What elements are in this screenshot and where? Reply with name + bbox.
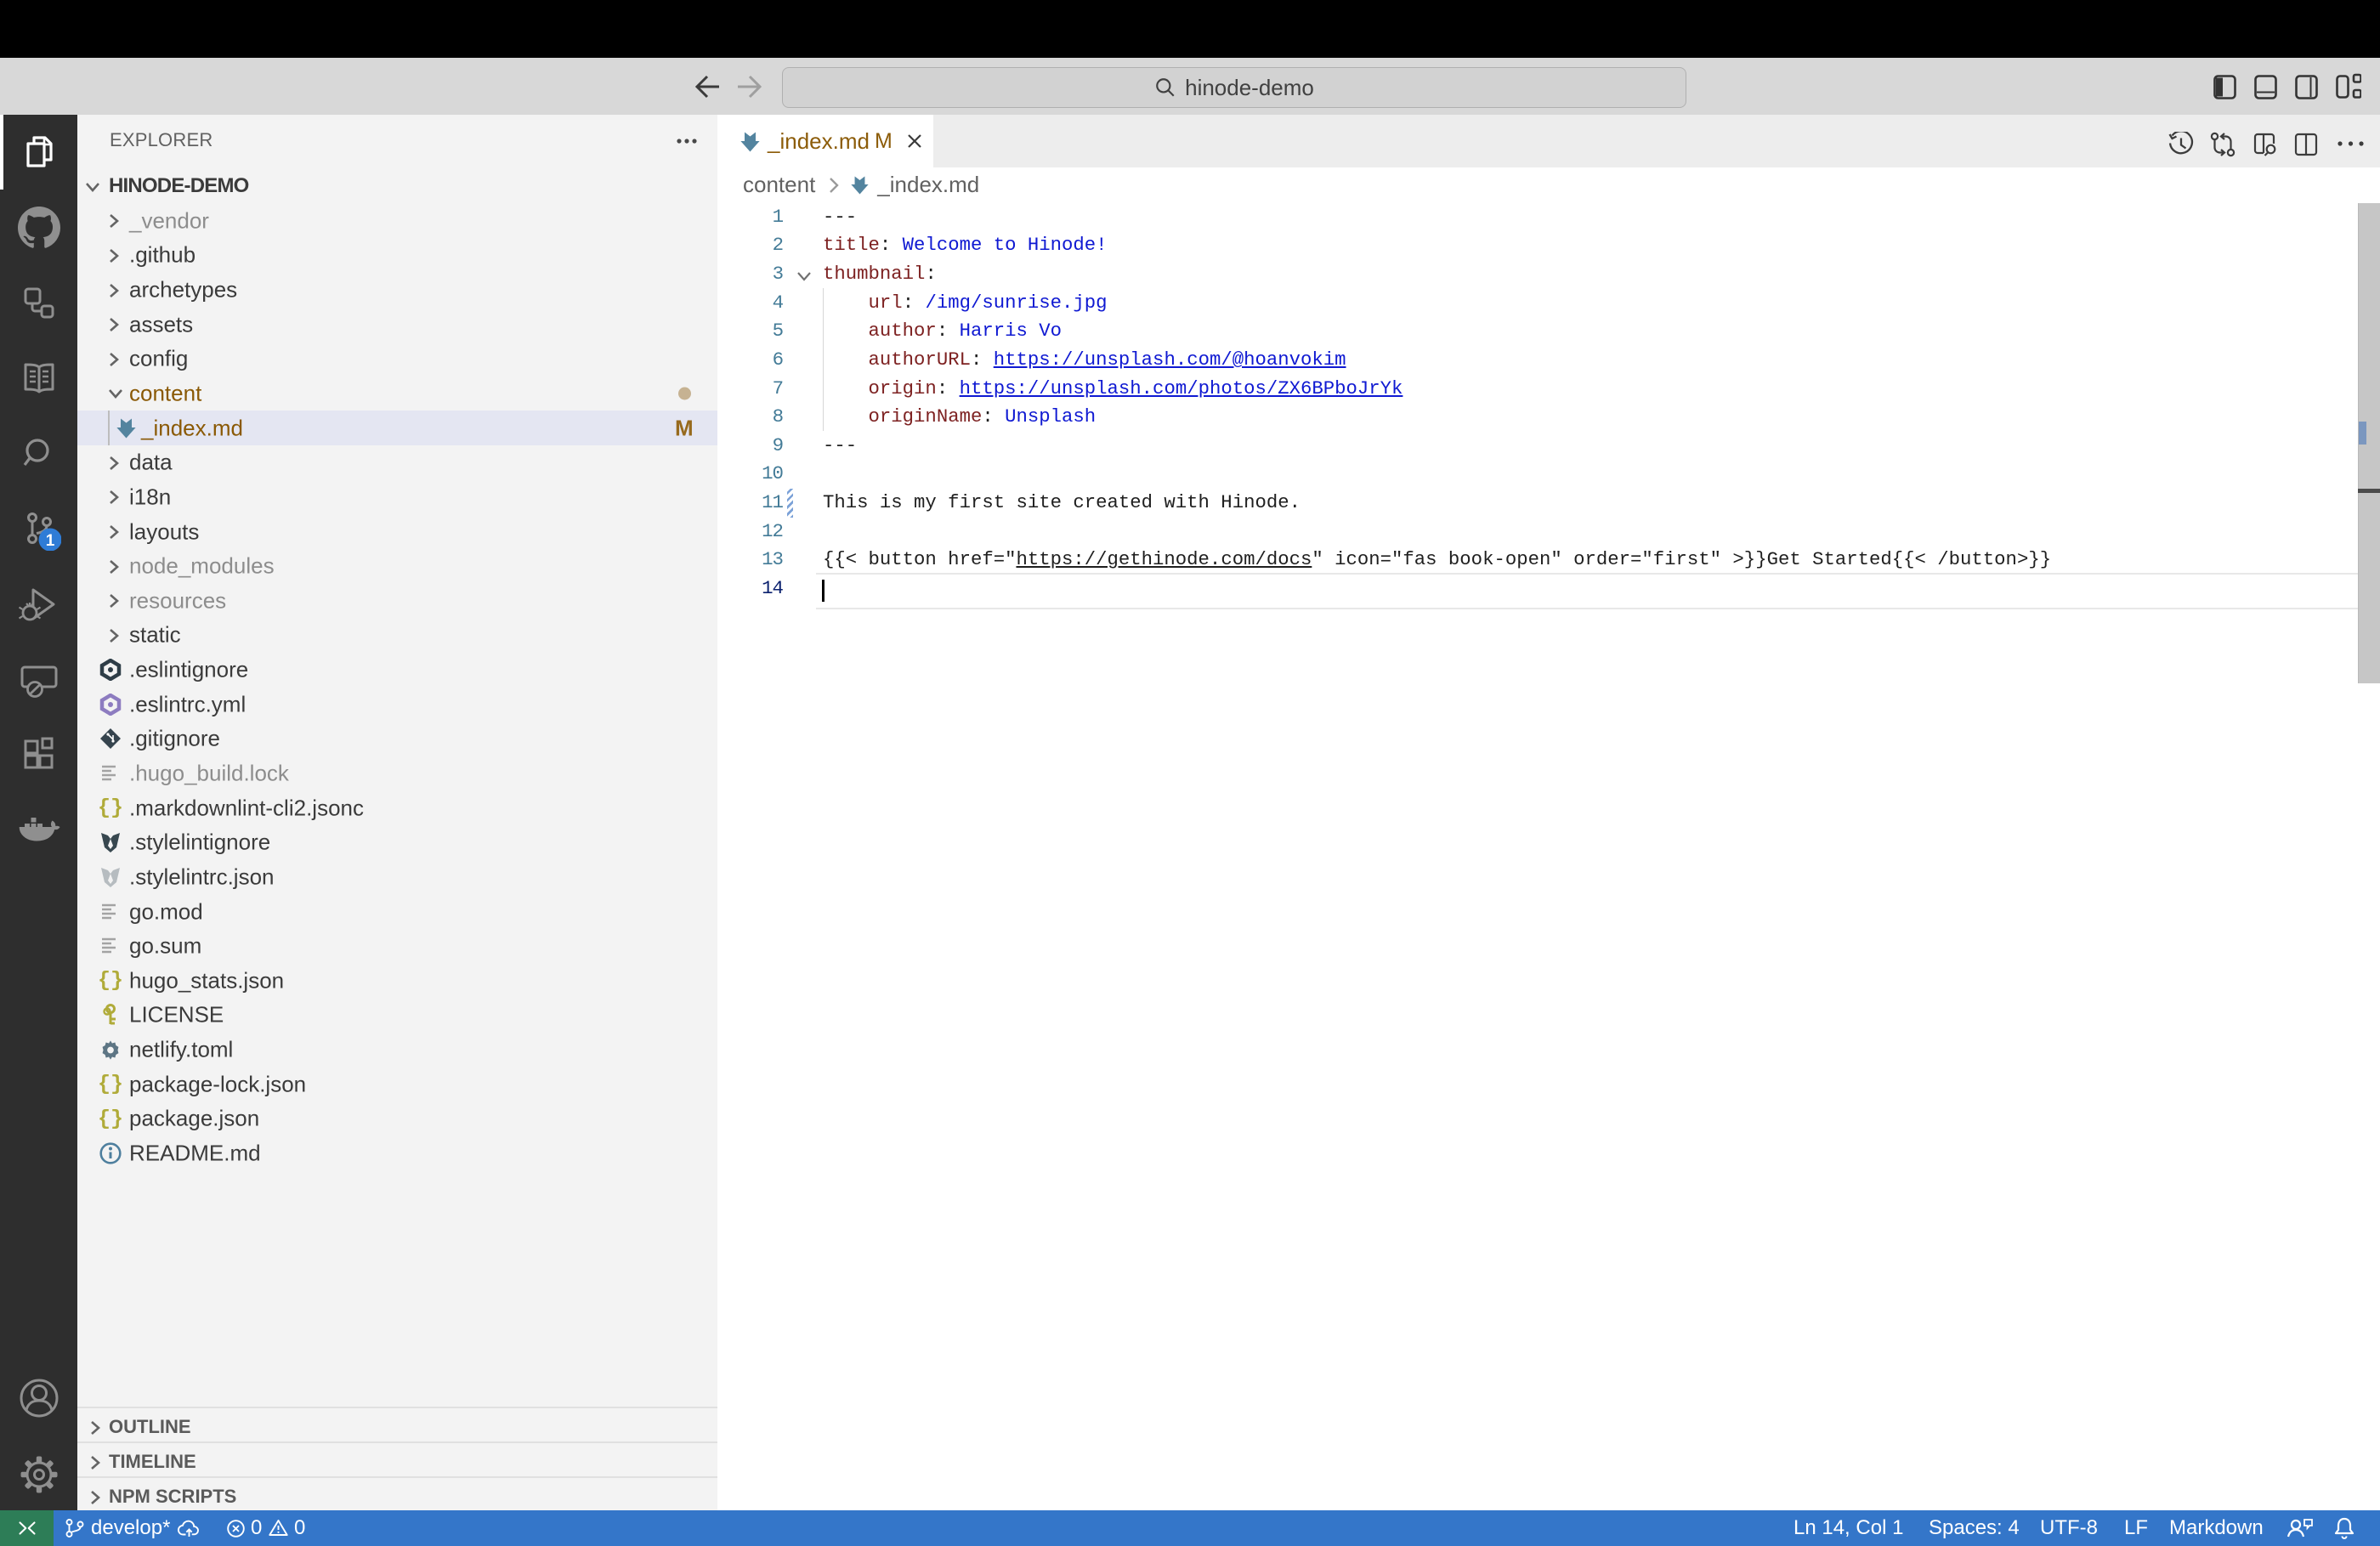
svg-text:1: 1 — [45, 532, 54, 550]
